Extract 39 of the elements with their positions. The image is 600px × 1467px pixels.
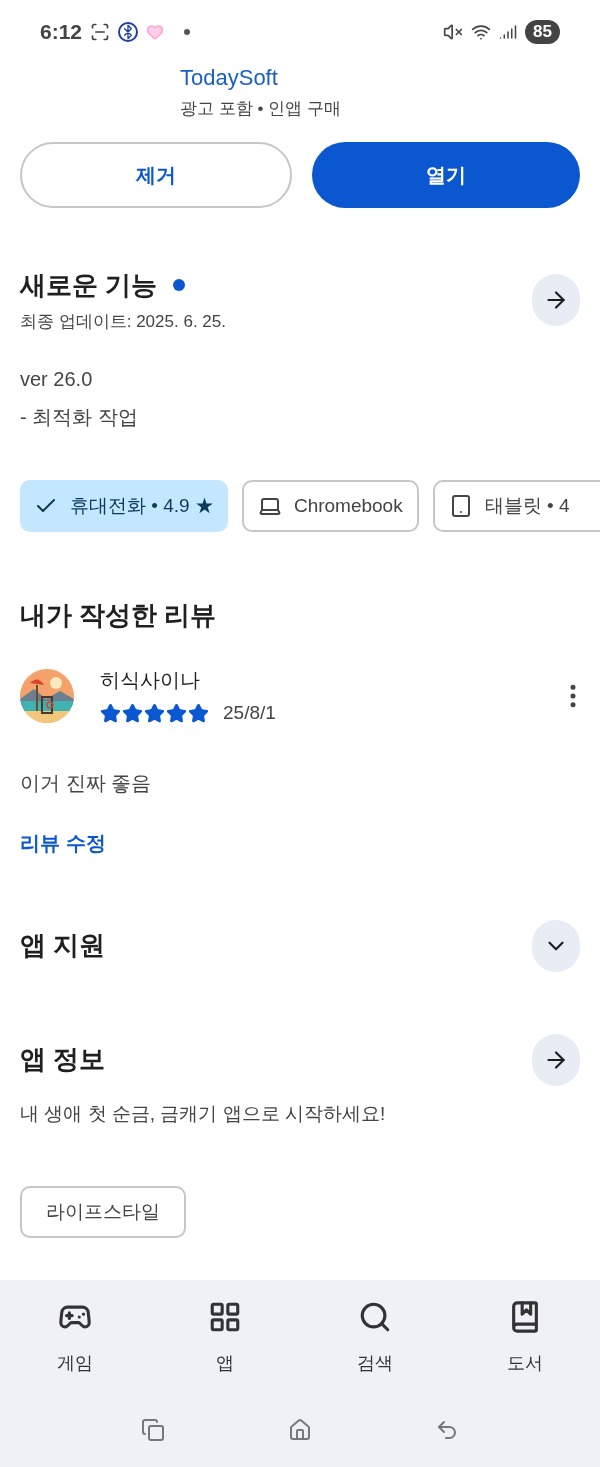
section-title: 내가 작성한 리뷰 [19,599,218,632]
reviewer-name: 히식사이나 [100,668,201,693]
version-text: ver 26.0 [19,367,94,392]
device-chip[interactable]: 태블릿 • 4 [432,480,600,532]
section-title: 앱 지원 [20,929,107,962]
review-date: 25/8/1 [223,701,276,725]
arrow-button[interactable] [532,1033,580,1086]
developer-link[interactable]: TodaySoft [180,64,278,92]
screenshot-icon [90,22,111,42]
review-text: 이거 진짜 좋음 [19,770,153,796]
open-button[interactable]: 열기 [312,141,580,208]
heart-icon [146,23,165,41]
wifi-icon [471,22,492,42]
category-chip[interactable]: 라이프스타일 [20,1186,186,1238]
uninstall-button[interactable]: 제거 [20,141,292,208]
device-chip[interactable]: Chromebook [241,480,419,532]
nav-tab[interactable]: 검색 [300,1296,450,1392]
device-chip[interactable]: 휴대전화 • 4.9 ★ [20,480,228,532]
bluetooth-icon [118,22,139,42]
edit-review-link[interactable]: 리뷰 수정 [20,827,106,858]
nav-tab[interactable]: 앱 [150,1296,300,1392]
section-title: 새로운 기능 [20,268,158,302]
grid-icon [208,1300,242,1334]
nav-tab[interactable]: 도서 [450,1296,600,1392]
nav-tab[interactable]: 게임 [0,1296,150,1392]
expand-button[interactable] [532,919,580,972]
last-updated: 최종 업데이트: 2025. 6. 25. [20,310,227,333]
home-icon[interactable] [288,1417,312,1442]
mute-icon [443,22,464,42]
app-description: 내 생애 첫 순금, 금캐기 앱으로 시작하세요! [20,1101,387,1126]
battery-level: 85 [525,20,560,44]
signal-icon [499,23,518,41]
release-notes: - 최적화 작업 [19,405,139,430]
section-title: 앱 정보 [20,1043,107,1076]
search-icon [358,1300,392,1334]
status-time: 6:12 [40,19,83,46]
recents-icon[interactable] [141,1417,166,1442]
app-notes: 광고 포함 • 인앱 구매 [180,98,342,120]
arrow-button[interactable] [532,273,580,326]
